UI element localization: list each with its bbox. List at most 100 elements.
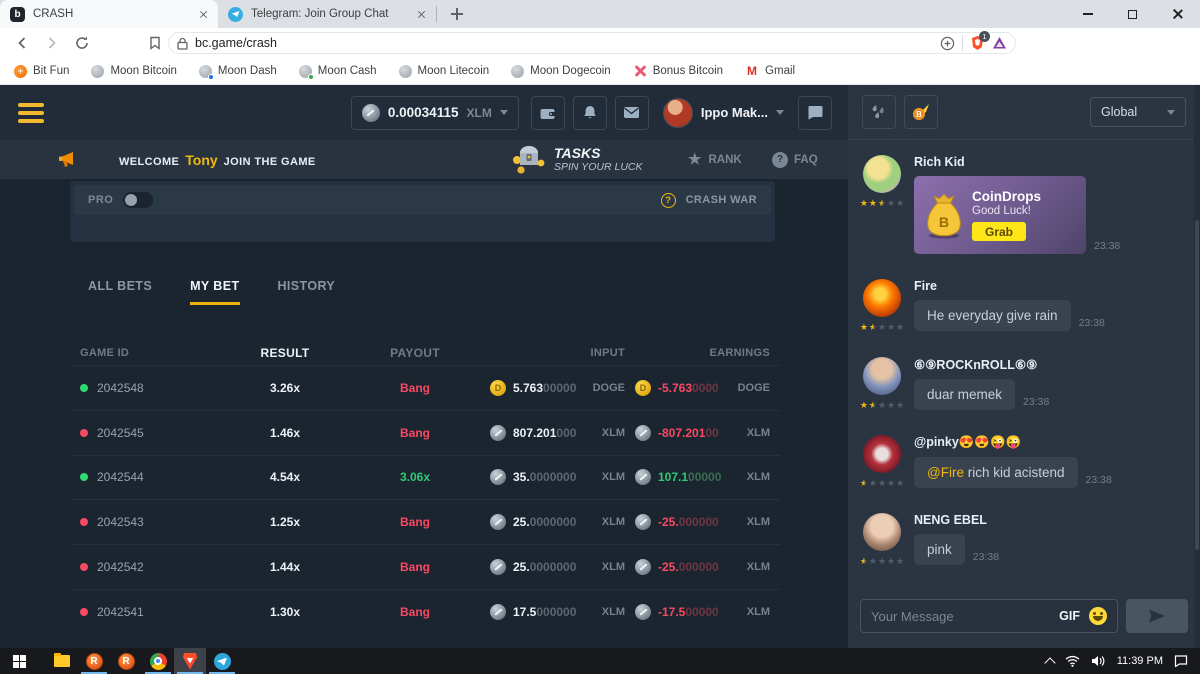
tab-close-icon[interactable] xyxy=(199,10,208,19)
tab-telegram[interactable]: Telegram: Join Group Chat xyxy=(218,0,436,28)
add-circle-icon[interactable] xyxy=(940,36,955,51)
tab-title: Telegram: Join Group Chat xyxy=(251,8,409,20)
forward-button[interactable] xyxy=(44,35,60,51)
bat-rewards-icon[interactable] xyxy=(992,36,1007,50)
crash-war-help-icon[interactable]: ? xyxy=(661,193,676,208)
windows-taskbar: R R 11:39 PM xyxy=(0,648,1200,674)
bookmark-moon-dogecoin[interactable]: Moon Dogecoin xyxy=(511,65,611,78)
grab-button[interactable]: Grab xyxy=(972,222,1026,241)
emoji-button[interactable] xyxy=(1089,607,1107,625)
chat-message: ★★★★★ @pinky😍😍😜😜 @Fire rich kid acistend… xyxy=(860,435,1178,488)
user-rating: ★★★★★ xyxy=(860,401,904,410)
maximize-button[interactable] xyxy=(1110,0,1155,28)
bet-tabs: ALL BETS MY BET HISTORY xyxy=(88,279,335,305)
chat-toggle-button[interactable] xyxy=(798,96,832,130)
table-row: 2042545 1.46x Bang 807.201000XLM -807.20… xyxy=(70,410,780,455)
wifi-icon[interactable] xyxy=(1065,655,1080,667)
bookmark-bonus-bitcoin[interactable]: Bonus Bitcoin xyxy=(633,64,723,78)
minimize-button[interactable] xyxy=(1065,0,1110,28)
gif-button[interactable]: GIF xyxy=(1059,609,1080,623)
header-result: RESULT xyxy=(230,346,340,360)
payout-value: 3.06x xyxy=(340,470,490,484)
rank-link[interactable]: ★ RANK xyxy=(688,140,742,179)
bookmark-bitfun[interactable]: Bit Fun xyxy=(14,65,69,78)
menu-icon[interactable] xyxy=(18,103,44,123)
message-time: 23:38 xyxy=(1023,396,1049,410)
rain-button[interactable] xyxy=(862,95,896,129)
tab-crash[interactable]: b CRASH xyxy=(0,0,218,28)
rollercoin-app-1[interactable]: R xyxy=(78,648,110,674)
user-menu[interactable]: Ippo Mak... xyxy=(663,98,784,128)
chat-channel-select[interactable]: Global xyxy=(1090,97,1186,127)
brave-shield-button[interactable]: 1 xyxy=(970,35,985,51)
bookmark-moon-litecoin[interactable]: Moon Litecoin xyxy=(399,65,490,78)
scrollbar-thumb[interactable] xyxy=(1195,220,1199,550)
chrome-button[interactable] xyxy=(142,648,174,674)
action-center-icon[interactable] xyxy=(1174,655,1188,667)
tab-history[interactable]: HISTORY xyxy=(278,279,336,305)
user-rating: ★★★★★ xyxy=(860,557,904,566)
bookmark-moon-cash[interactable]: Moon Cash xyxy=(299,65,377,78)
status-dot xyxy=(80,608,88,616)
maximize-icon xyxy=(1128,10,1137,19)
clock[interactable]: 11:39 PM xyxy=(1117,655,1163,667)
bookmark-gmail[interactable]: MGmail xyxy=(745,64,795,78)
question-icon: ? xyxy=(772,152,788,168)
message-input[interactable] xyxy=(871,609,1050,624)
close-button[interactable] xyxy=(1155,0,1200,28)
tab-my-bet[interactable]: MY BET xyxy=(190,279,239,305)
telegram-button[interactable] xyxy=(206,648,238,674)
balance-selector[interactable]: 0.00034115 XLM xyxy=(351,96,519,130)
xlm-coin-icon xyxy=(635,514,651,530)
doge-coin-icon xyxy=(490,380,506,396)
xlm-coin-icon xyxy=(490,559,506,575)
tray-expand-icon[interactable] xyxy=(1044,657,1055,668)
notifications-button[interactable] xyxy=(573,96,607,130)
tab-separator xyxy=(436,6,437,22)
tab-close-icon[interactable] xyxy=(417,10,426,19)
volume-icon[interactable] xyxy=(1091,655,1106,667)
header-game-id: GAME ID xyxy=(70,347,230,359)
xlm-coin-icon xyxy=(490,604,506,620)
avatar xyxy=(863,279,901,317)
wallet-icon xyxy=(539,105,557,121)
new-tab-icon[interactable] xyxy=(451,8,463,20)
reload-button[interactable] xyxy=(74,35,90,51)
address-bar[interactable]: bc.game/crash 1 xyxy=(168,32,1016,54)
status-dot xyxy=(80,429,88,437)
page-scrollbar[interactable] xyxy=(1194,85,1200,648)
fireball-button[interactable]: B xyxy=(904,95,938,129)
back-button[interactable] xyxy=(14,35,30,51)
bookmark-moon-dash[interactable]: Moon Dash xyxy=(199,65,277,78)
send-button[interactable] xyxy=(1126,599,1188,633)
welcome-banner: WELCOME Tony JOIN THE GAME TASKS SPIN YO… xyxy=(0,140,848,179)
start-button[interactable] xyxy=(0,648,38,674)
faq-link[interactable]: ? FAQ xyxy=(772,140,818,179)
brave-button[interactable] xyxy=(174,648,206,674)
chat-messages: ★★★★★ Rich Kid B xyxy=(848,141,1194,566)
chat-message: ★★★★★ NENG EBEL pink 23:38 xyxy=(860,513,1178,566)
crash-war-label[interactable]: CRASH WAR xyxy=(686,194,757,206)
pro-toggle[interactable] xyxy=(123,192,153,208)
close-icon xyxy=(1173,9,1183,19)
chat-username: Fire xyxy=(914,279,1105,293)
site-header: 0.00034115 XLM Ippo Mak xyxy=(0,85,848,140)
file-explorer-button[interactable] xyxy=(46,648,78,674)
url-text: bc.game/crash xyxy=(195,36,940,50)
pro-bar: PRO ? CRASH WAR xyxy=(74,185,771,215)
xlm-coin-icon xyxy=(635,425,651,441)
bookmark-moon-bitcoin[interactable]: Moon Bitcoin xyxy=(91,65,176,78)
rollercoin-app-2[interactable]: R xyxy=(110,648,142,674)
game-id: 2042541 xyxy=(97,605,144,619)
result-value: 1.44x xyxy=(230,560,340,574)
bookmark-icon[interactable] xyxy=(148,36,162,50)
messages-button[interactable] xyxy=(615,96,649,130)
wallet-button[interactable] xyxy=(531,96,565,130)
tab-all-bets[interactable]: ALL BETS xyxy=(88,279,152,305)
tasks-link[interactable]: TASKS SPIN YOUR LUCK xyxy=(512,143,643,174)
my-bets-table: GAME ID RESULT PAYOUT INPUT EARNINGS 204… xyxy=(70,341,780,634)
welcome-name: Tony xyxy=(185,152,217,168)
avatar xyxy=(863,435,901,473)
chat-message: ★★★★★ Fire He everyday give rain 23:38 xyxy=(860,279,1178,332)
bonus-bitcoin-favicon xyxy=(633,64,647,78)
